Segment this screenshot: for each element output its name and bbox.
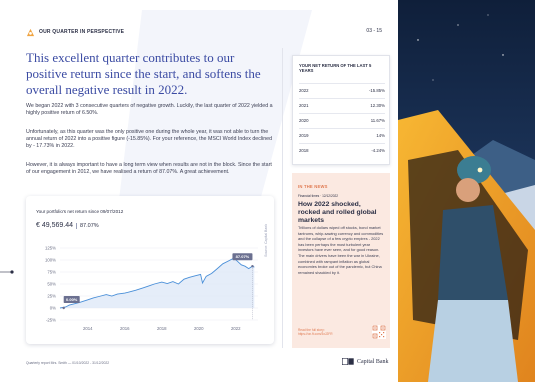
- table-row-year: 2021: [299, 103, 309, 108]
- table-row-year: 2018: [299, 148, 309, 153]
- table-row-value: 12.30%: [370, 103, 385, 108]
- report-page: OUR QUARTER IN PERSPECTIVE 03 - 15 This …: [12, 0, 398, 382]
- qr-code-icon[interactable]: [372, 325, 386, 339]
- news-label: IN THE NEWS: [298, 184, 328, 189]
- table-row-year: 2022: [299, 88, 309, 93]
- start-annotation-label: 0.00%: [66, 297, 78, 302]
- table-row: 2021 12.30%: [299, 98, 385, 112]
- y-tick-label: 125%: [45, 246, 56, 251]
- portfolio-value-amount: € 49,569.44: [36, 222, 73, 229]
- news-meta: Financial times · 12/12/2022: [298, 194, 339, 198]
- bank-logo-icon: [342, 358, 354, 365]
- table-row: 2022 -15.85%: [299, 83, 385, 97]
- table-row: 2019 14%: [299, 128, 385, 142]
- news-link[interactable]: Read the full story: https://on.ft.com/3…: [298, 328, 358, 336]
- table-row-value: 14%: [376, 133, 385, 138]
- camping-photo: [398, 0, 535, 382]
- table-row-year: 2019: [299, 133, 309, 138]
- portfolio-chart-card: Your portfolio's net return since 09/07/…: [26, 196, 274, 344]
- x-tick-label: 2020: [194, 326, 204, 331]
- y-tick-label: 50%: [47, 282, 56, 287]
- column-divider: [282, 48, 283, 348]
- chart-title: Your portfolio's net return since 09/07/…: [36, 209, 124, 214]
- page-title: This excellent quarter contributes to ou…: [26, 50, 261, 97]
- page-number: 03 - 15: [366, 28, 382, 34]
- footer-report-label: Quarterly report Mrs. Smith — 01/10/2022…: [26, 361, 110, 365]
- sun-logo-icon: [26, 28, 35, 36]
- news-body: Trillions of dollars wiped off stocks, b…: [298, 225, 384, 275]
- end-annotation-label: 87.07%: [236, 254, 250, 259]
- news-title: How 2022 shocked, rocked and rolled glob…: [298, 201, 377, 225]
- page-header: OUR QUARTER IN PERSPECTIVE 03 - 15: [26, 26, 386, 38]
- paragraph: We began 2022 with 3 consecutive quarter…: [26, 103, 273, 117]
- y-tick-label: 25%: [47, 294, 56, 299]
- portfolio-value: € 49,569.44 87.07%: [36, 222, 99, 229]
- portfolio-return-percent: 87.07%: [75, 223, 99, 229]
- y-tick-label: 100%: [45, 258, 56, 263]
- y-tick-label: 0%: [50, 306, 56, 311]
- table-row-value: -4.24%: [371, 148, 385, 153]
- table-row-value: -15.85%: [368, 88, 385, 93]
- brand-name: Capital Bank: [357, 358, 389, 365]
- start-point: [62, 306, 65, 310]
- returns-table-title: YOUR NET RETURN OF THE LAST 5 YEARS: [299, 63, 372, 73]
- paragraph: Unfortunately, as this quarter was the o…: [26, 129, 273, 150]
- x-tick-label: 2014: [83, 326, 93, 331]
- footer-brand: Capital Bank: [342, 358, 389, 365]
- returns-table-card: YOUR NET RETURN OF THE LAST 5 YEARS 2022…: [292, 55, 390, 165]
- table-row: 2020 11.67%: [299, 113, 385, 127]
- table-row: 2018 -4.24%: [299, 143, 385, 157]
- paragraph: However, it is always important to have …: [26, 162, 272, 176]
- section-label: OUR QUARTER IN PERSPECTIVE: [39, 29, 125, 35]
- x-tick-label: 2016: [120, 326, 130, 331]
- x-tick-label: 2022: [231, 326, 241, 331]
- end-point: [251, 265, 254, 268]
- side-marker-icon: [0, 270, 14, 274]
- y-tick-label: -25%: [46, 318, 56, 323]
- table-row-value: 11.67%: [370, 118, 385, 123]
- news-card: IN THE NEWS Financial times · 12/12/2022…: [292, 173, 390, 348]
- portfolio-return-chart: 125% 100% 75% 50% 25% 0% -25% 2014 2016 2018 2020 2…: [45, 246, 258, 331]
- y-tick-label: 75%: [47, 270, 56, 275]
- x-tick-label: 2018: [157, 326, 167, 331]
- table-row-year: 2020: [299, 118, 309, 123]
